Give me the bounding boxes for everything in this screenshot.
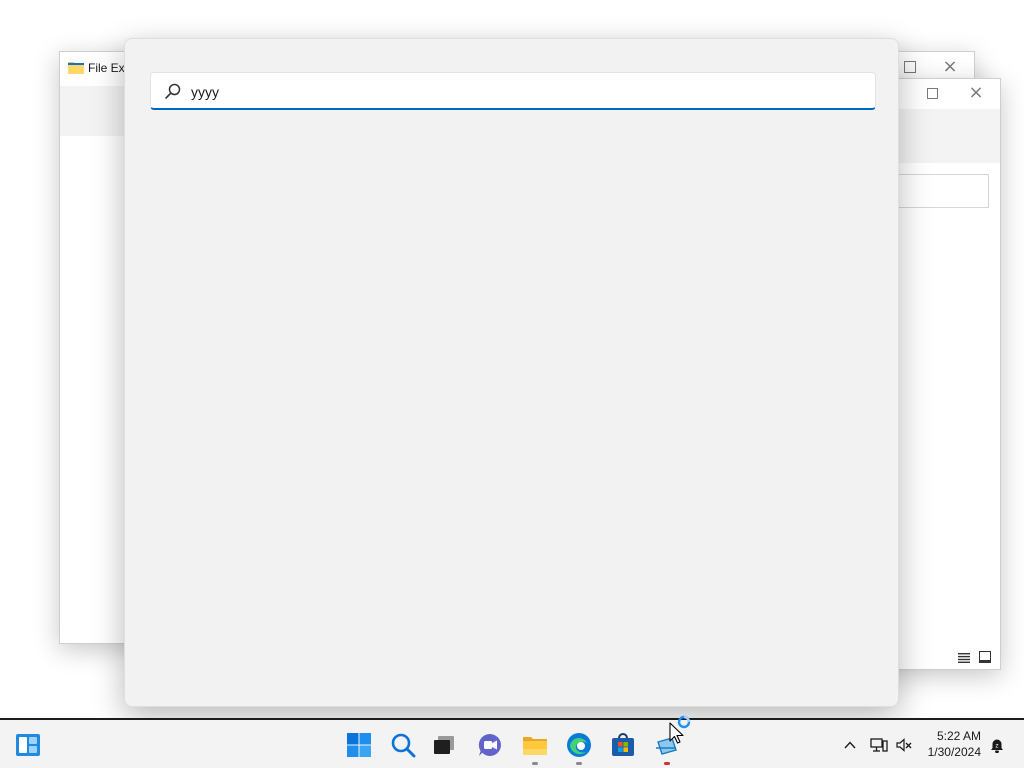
background-window-command-bar	[886, 109, 1000, 163]
chat-icon[interactable]	[477, 732, 503, 758]
network-app-running-indicator	[664, 762, 670, 765]
search-input[interactable]	[191, 79, 861, 105]
file-explorer-icon[interactable]	[522, 732, 548, 758]
search-box[interactable]	[150, 72, 876, 110]
windows-start-icon[interactable]	[346, 732, 372, 758]
svg-text:z: z	[995, 743, 998, 750]
clock-time: 5:22 AM	[936, 729, 981, 743]
system-clock[interactable]: 5:22 AM 1/30/2024	[928, 728, 981, 760]
folder-icon	[68, 62, 84, 74]
explorer-maximize-button[interactable]	[904, 61, 916, 73]
network-status-icon[interactable]	[870, 737, 888, 753]
background-window-maximize-button[interactable]	[927, 88, 938, 99]
search-icon	[165, 83, 181, 99]
widgets-icon[interactable]	[15, 732, 41, 758]
background-window-search-field[interactable]	[896, 174, 989, 208]
task-view-icon[interactable]	[432, 732, 458, 758]
edge-running-indicator	[576, 762, 582, 765]
taskbar: 5:22 AM 1/30/2024 z	[0, 718, 1024, 768]
mouse-cursor-busy-icon	[669, 715, 691, 744]
search-flyout	[124, 38, 899, 707]
notifications-icon[interactable]: z	[988, 736, 1006, 754]
details-view-icon[interactable]	[958, 653, 970, 663]
store-icon[interactable]	[610, 732, 636, 758]
file-explorer-running-indicator	[532, 762, 538, 765]
taskbar-search-icon[interactable]	[390, 732, 416, 758]
explorer-close-button[interactable]: ×	[940, 57, 960, 77]
background-window[interactable]: ×	[885, 78, 1001, 670]
large-icons-view-icon[interactable]	[979, 651, 991, 663]
background-window-close-button[interactable]: ×	[966, 83, 986, 103]
clock-date: 1/30/2024	[927, 745, 981, 759]
volume-muted-icon[interactable]	[895, 737, 913, 753]
background-window-titlebar[interactable]: ×	[886, 79, 1000, 109]
edge-icon[interactable]	[566, 732, 592, 758]
chevron-up-icon[interactable]	[842, 737, 858, 753]
